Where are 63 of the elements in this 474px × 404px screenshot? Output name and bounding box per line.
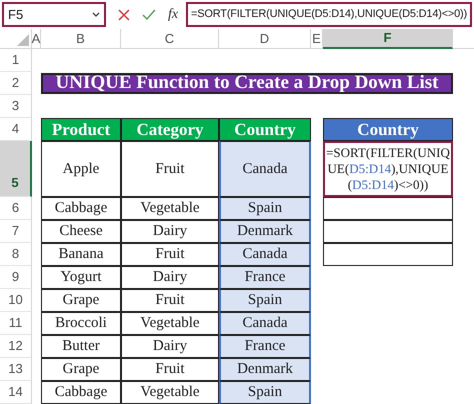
column-header[interactable]: A	[32, 29, 41, 49]
column-header[interactable]: C	[121, 29, 219, 49]
column-heading: Product	[41, 118, 121, 141]
column-header[interactable]: D	[219, 29, 311, 49]
title-banner: UNIQUE Function to Create a Drop Down List	[41, 73, 453, 94]
row-header[interactable]: 7	[0, 220, 32, 243]
table-cell: Banana	[41, 243, 121, 266]
table-cell: Spain	[219, 289, 311, 312]
table-cell: Fruit	[121, 141, 219, 197]
column-heading: Country	[323, 118, 453, 141]
table-cell: Cabbage	[41, 197, 121, 220]
table-cell: Fruit	[121, 243, 219, 266]
table-cell: Dairy	[121, 335, 219, 358]
table-cell: Canada	[219, 243, 311, 266]
close-icon[interactable]	[118, 8, 130, 20]
row-header[interactable]: 8	[0, 243, 32, 266]
table-cell: Yogurt	[41, 266, 121, 289]
row-header[interactable]: 3	[0, 95, 32, 118]
row-header[interactable]: 5	[0, 141, 32, 197]
row-header[interactable]: 12	[0, 335, 32, 358]
row-header[interactable]: 14	[0, 381, 32, 404]
row-header[interactable]: 2	[0, 72, 32, 95]
table-cell: Butter	[41, 335, 121, 358]
table-cell: Vegetable	[121, 381, 219, 404]
column-header[interactable]: E	[311, 29, 323, 49]
table-cell: Spain	[219, 197, 311, 220]
table-cell: Denmark	[219, 220, 311, 243]
table-cell: France	[219, 335, 311, 358]
table-cell: Canada	[219, 312, 311, 335]
table-cell: Fruit	[121, 289, 219, 312]
table-cell: Dairy	[121, 220, 219, 243]
row-header[interactable]: 13	[0, 358, 32, 381]
column-header[interactable]: F	[323, 29, 453, 49]
table-cell: Cheese	[41, 220, 121, 243]
function-button[interactable]: fx	[168, 4, 178, 25]
select-all-icon[interactable]	[17, 34, 29, 46]
table-cell: Dairy	[121, 266, 219, 289]
table-cell: France	[219, 266, 311, 289]
row-header[interactable]: 9	[0, 266, 32, 289]
table-cell: Grape	[41, 358, 121, 381]
table-cell: Denmark	[219, 358, 311, 381]
table-cell: Vegetable	[121, 197, 219, 220]
table-cell: Vegetable	[121, 312, 219, 335]
chevron-down-icon	[92, 12, 100, 18]
row-header[interactable]: 6	[0, 197, 32, 220]
table-cell: Apple	[41, 141, 121, 197]
table-cell: Cabbage	[41, 381, 121, 404]
row-header[interactable]: 11	[0, 312, 32, 335]
check-icon[interactable]	[142, 8, 156, 20]
column-header[interactable]: B	[41, 29, 121, 49]
table-cell: Grape	[41, 289, 121, 312]
name-box[interactable]: F5	[2, 2, 106, 27]
cell-reference: F5	[8, 6, 24, 24]
table-cell: Fruit	[121, 358, 219, 381]
column-heading: Category	[121, 118, 219, 141]
formula-field[interactable]: =SORT(FILTER(UNIQUE(D5:D14),UNIQUE(D5:D14)<>0))	[186, 2, 472, 27]
row-header[interactable]: 1	[0, 49, 32, 72]
table-cell: Broccoli	[41, 312, 121, 335]
table-cell: Spain	[219, 381, 311, 404]
row-header[interactable]: 4	[0, 118, 32, 141]
table-cell: Canada	[219, 141, 311, 197]
column-heading: Country	[219, 118, 311, 141]
row-header[interactable]: 10	[0, 289, 32, 312]
